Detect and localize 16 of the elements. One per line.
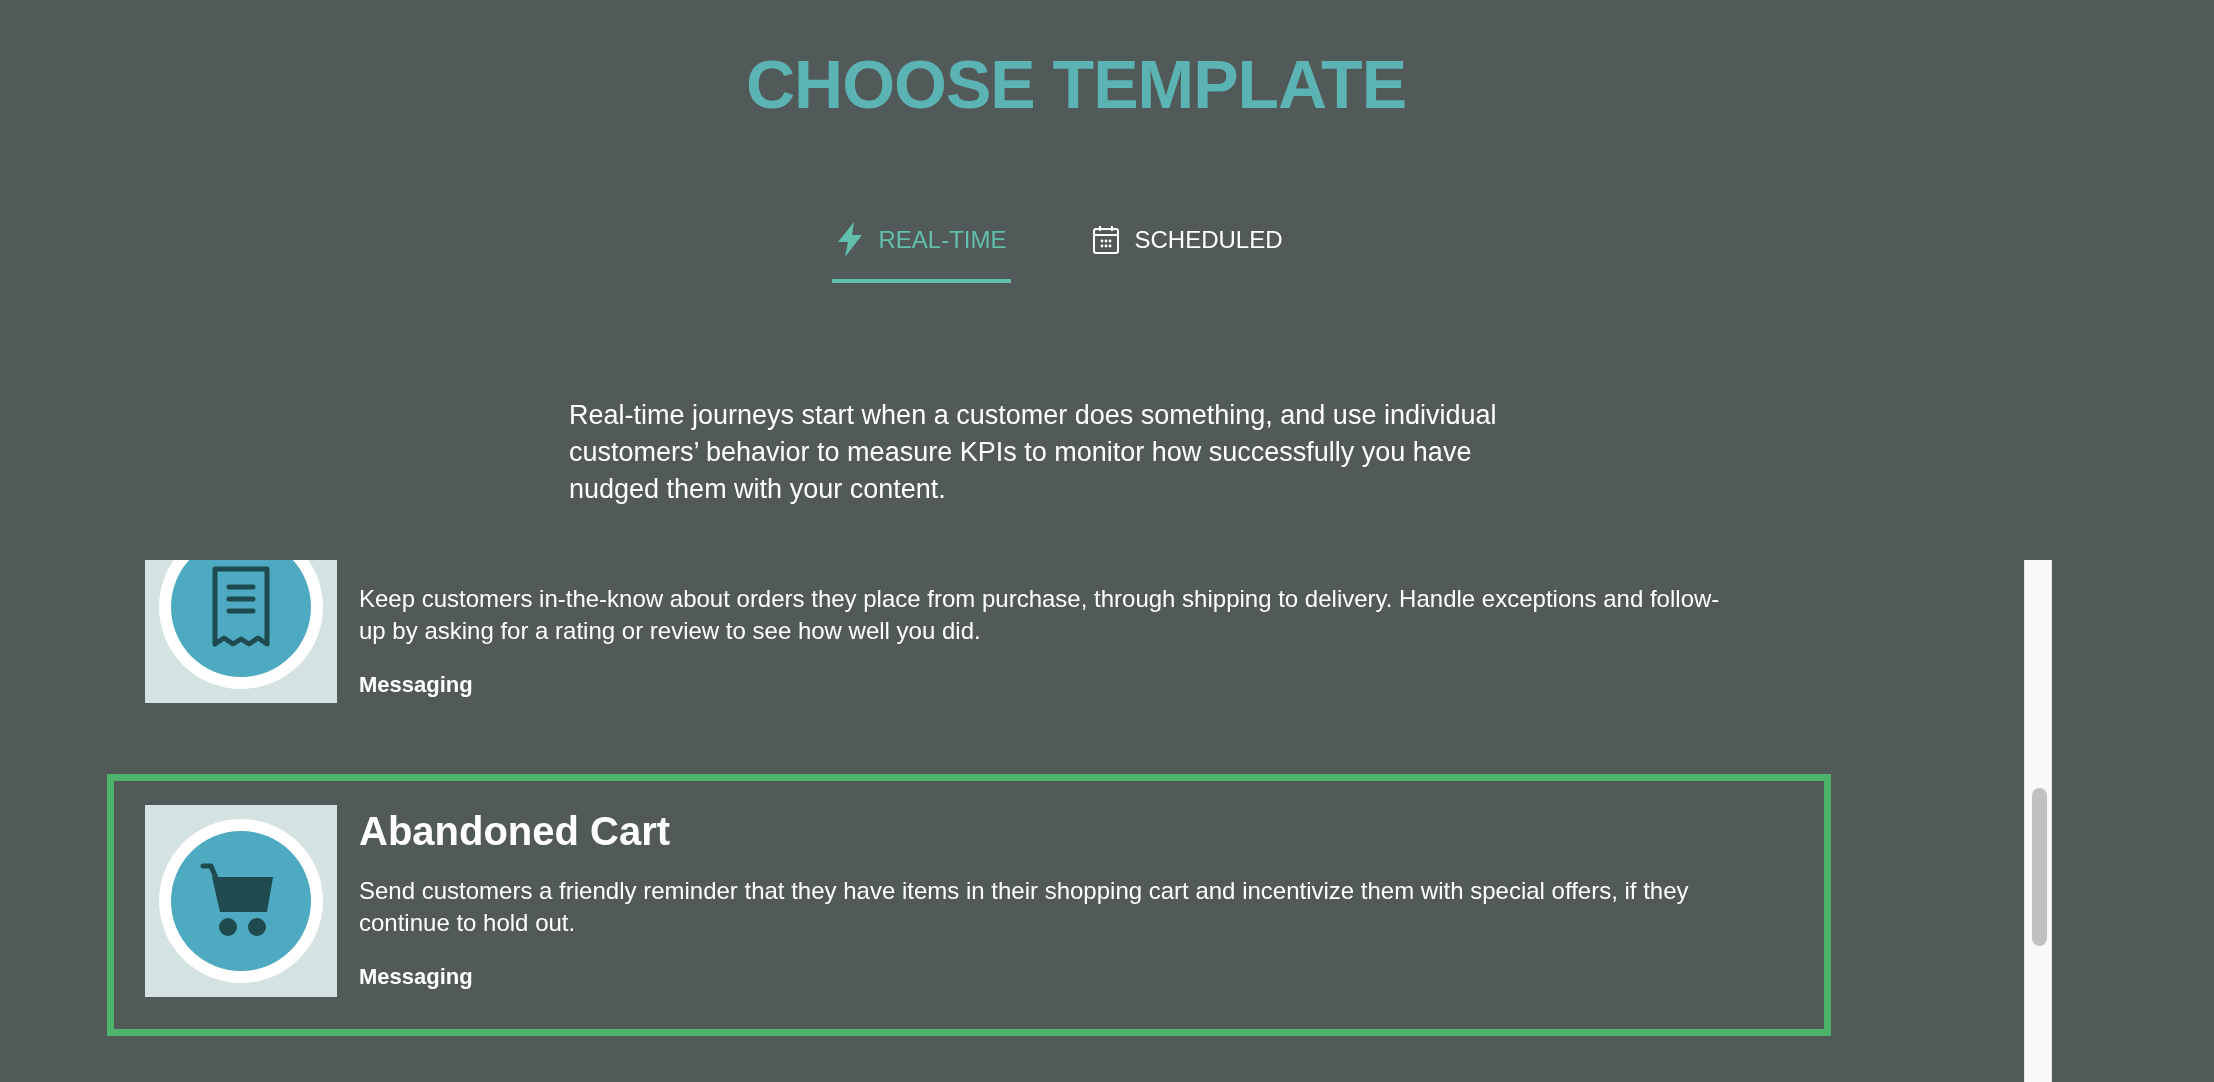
- tab[interactable]: SCHEDULED: [1088, 222, 1288, 283]
- template-title: Abandoned Cart: [359, 808, 672, 855]
- scrollbar-thumb[interactable]: [2032, 788, 2047, 946]
- template-card[interactable]: Abandoned Cart Send customers a friendly reminder that they have items in their shopping cart and incentivize them with special offers, if they continue to hold out. Messaging: [107, 774, 1831, 1036]
- intro-text: Real-time journeys start when a customer does something, and use individual customers’ behavior to measure KPIs to monitor how successfully you have nudged them with your content.: [569, 399, 1498, 506]
- category-label: Messaging: [359, 963, 473, 991]
- calendar-icon: [1093, 225, 1120, 254]
- shopping-cart-icon: [145, 805, 337, 997]
- page-title: CHOOSE TEMPLATE: [746, 50, 1406, 118]
- receipt-icon: [145, 560, 337, 703]
- lightning-icon: [837, 222, 864, 257]
- template-description: Send customers a friendly reminder that they have items in their shopping cart and incentivize them with special offers, if they continue to hold out.: [359, 876, 1690, 938]
- template-description: Keep customers in-the-know about orders they place from purchase, through shipping to delivery. Handle exceptions and follow-up by asking for a rating or review to see how well you did.: [359, 584, 1721, 646]
- template-card[interactable]: Keep customers in-the-know about orders they place from purchase, through shipping to delivery. Handle exceptions and follow-up by asking for a rating or review to see how well you did. Messaging: [107, 560, 1831, 742]
- scrollbar[interactable]: [2024, 560, 2052, 1082]
- category-label: Messaging: [359, 671, 473, 699]
